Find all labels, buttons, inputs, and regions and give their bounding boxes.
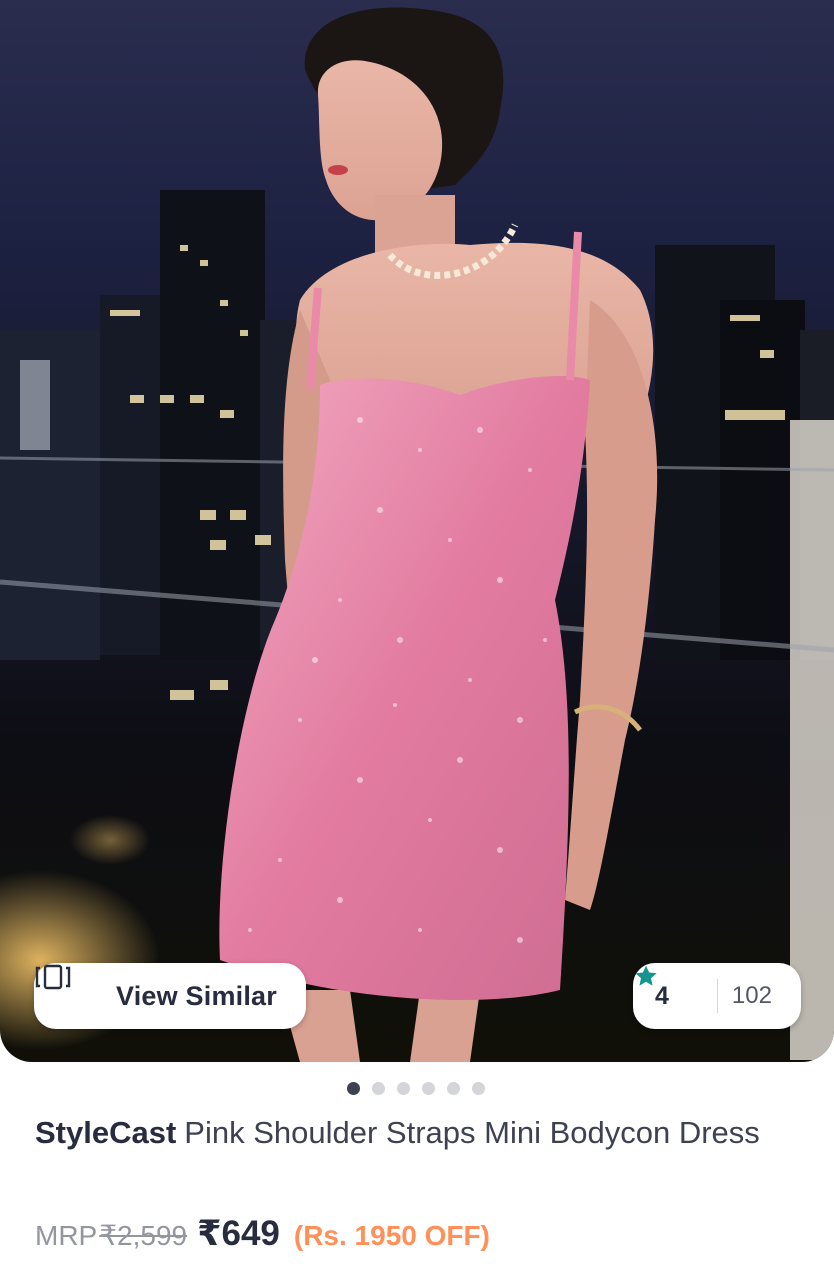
discount-label: (Rs. 1950 OFF): [293, 1220, 490, 1251]
price-row: MRP ₹2,599 ₹649 (Rs. 1950 OFF): [35, 1214, 490, 1254]
brand-name: StyleCast: [35, 1115, 177, 1150]
product-name: Pink Shoulder Straps Mini Bodycon Dress: [184, 1115, 760, 1150]
selling-price: ₹649: [197, 1214, 280, 1253]
rating-badge[interactable]: 4 102: [633, 963, 801, 1029]
mrp-label: MRP: [35, 1220, 98, 1251]
product-title: StyleCast Pink Shoulder Straps Mini Bodyc…: [35, 1110, 795, 1156]
product-photo: [0, 7, 834, 1062]
view-similar-icon: [35, 964, 98, 1010]
carousel-dot[interactable]: [372, 1082, 385, 1095]
product-image[interactable]: View Similar 4 102: [0, 0, 834, 1062]
model-figure: [219, 7, 658, 1062]
rating-count: 102: [731, 982, 772, 1009]
star-icon: [635, 965, 703, 1009]
mrp-value: ₹2,599: [99, 1220, 188, 1251]
view-similar-button[interactable]: View Similar: [34, 963, 306, 1029]
carousel-dot[interactable]: [397, 1082, 410, 1095]
carousel-indicator: [347, 1082, 485, 1095]
carousel-dot[interactable]: [422, 1082, 435, 1095]
carousel-dot[interactable]: [447, 1082, 460, 1095]
carousel-dot[interactable]: [347, 1082, 360, 1095]
product-page: View Similar 4 102 StyleCast Pink Shoulde…: [0, 0, 834, 1280]
view-similar-label: View Similar: [116, 980, 277, 1011]
rating-divider: [716, 979, 718, 1013]
carousel-dot[interactable]: [472, 1082, 485, 1095]
